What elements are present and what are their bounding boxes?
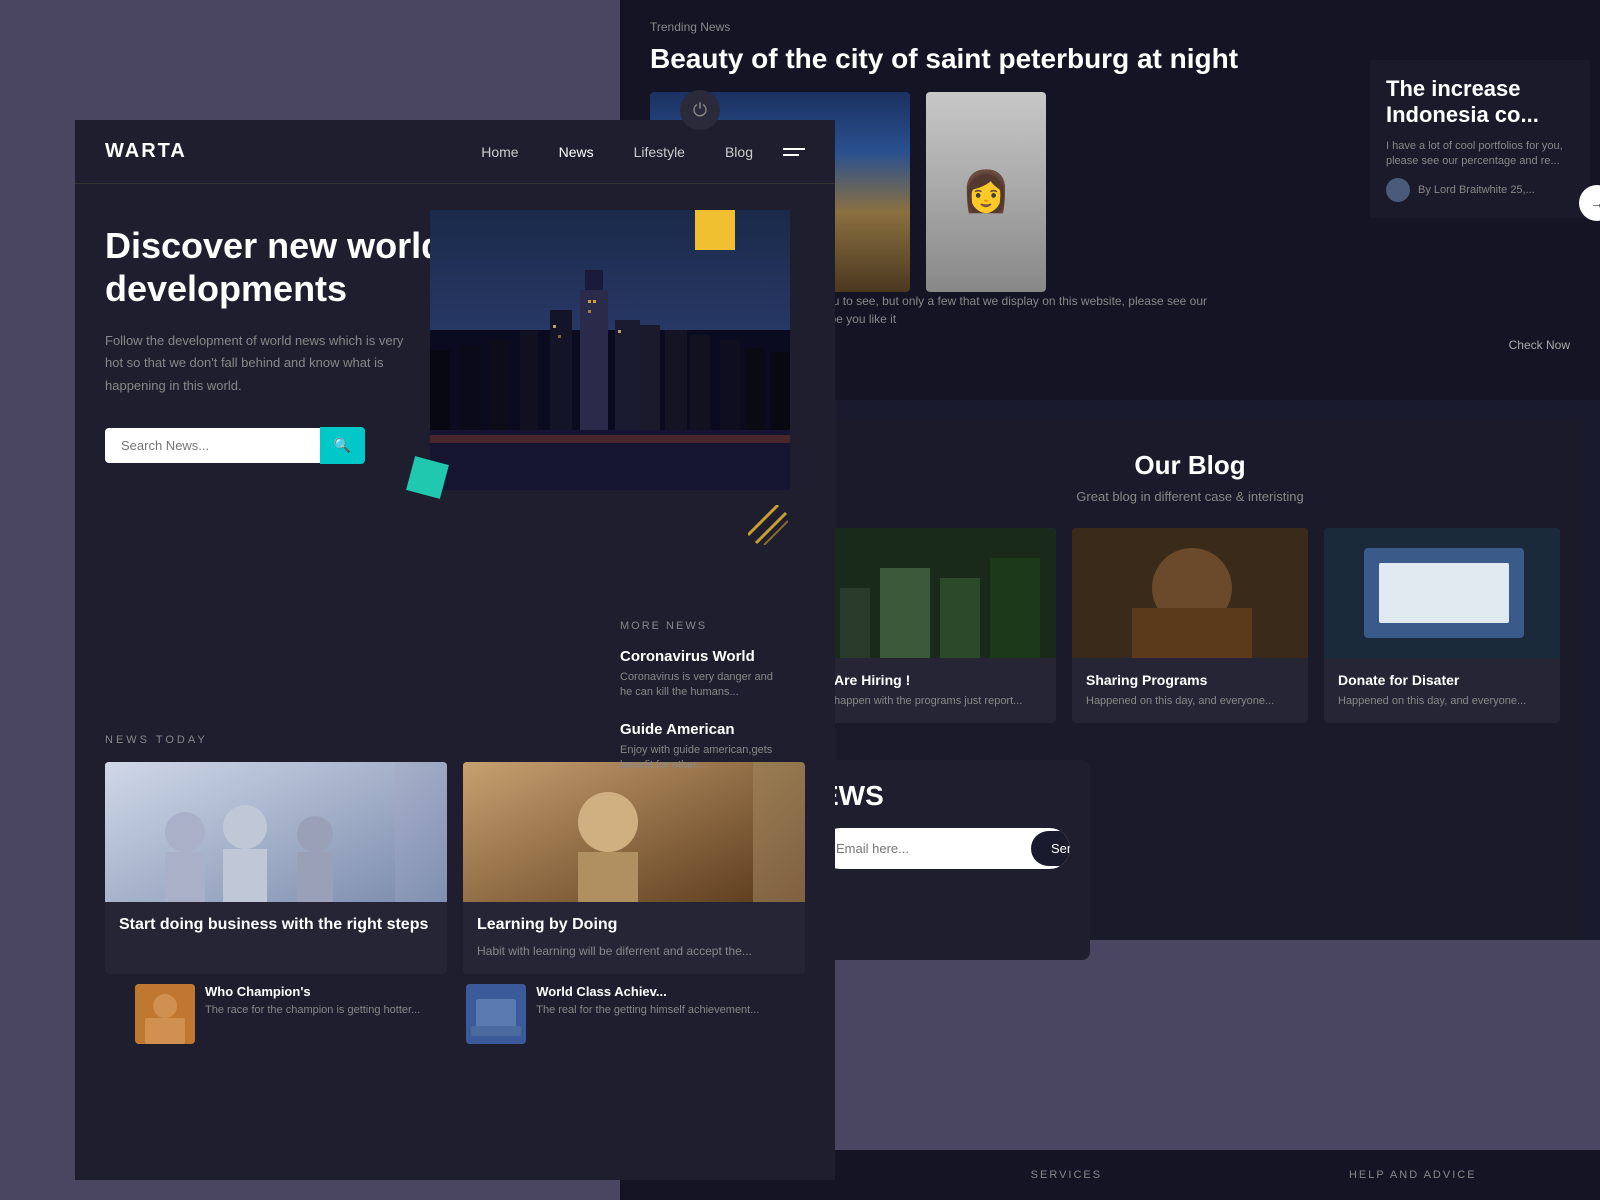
nav-blog[interactable]: Blog	[725, 144, 753, 160]
second-trending-title: The increase Indonesia co...	[1386, 76, 1574, 129]
nav-lifestyle[interactable]: Lifestyle	[634, 144, 685, 160]
blog-card-desc-1: happen with the programs just report...	[834, 694, 1042, 709]
news-card-content-1: Start doing business with the right step…	[105, 902, 447, 956]
news-card-title-1: Start doing business with the right step…	[119, 916, 433, 934]
blog-card-title-2: Sharing Programs	[1086, 672, 1294, 688]
power-button[interactable]: ⏻	[680, 90, 720, 130]
search-button[interactable]: 🔍	[320, 427, 365, 464]
logo: WARTA	[105, 140, 187, 163]
news-card-1: Start doing business with the right step…	[105, 762, 447, 974]
more-news-title-2: Guide American	[620, 721, 780, 738]
news-card-desc-2: Habit with learning will be diferrent an…	[477, 942, 791, 960]
blog-card-desc-3: Happened on this day, and everyone...	[1338, 694, 1546, 709]
woman-image: 👩	[926, 92, 1046, 292]
news-card-title-2: Learning by Doing	[477, 916, 791, 934]
second-trending-card: The increase Indonesia co... I have a lo…	[1370, 60, 1590, 218]
more-news-desc-1: Coronavirus is very danger and he can ki…	[620, 670, 780, 701]
blog-image-1	[820, 528, 1056, 658]
search-input[interactable]	[105, 428, 320, 463]
bottom-news-title-2: World Class Achiev...	[536, 984, 759, 999]
trending-label: Trending News	[620, 0, 1600, 42]
bottom-news-title-1: Who Champion's	[205, 984, 420, 999]
news-card-content-2: Learning by Doing Habit with learning wi…	[463, 902, 805, 974]
newsletter-inner: EWS Send	[800, 760, 1090, 889]
hero-description: Follow the development of world news whi…	[105, 330, 425, 396]
nav-home[interactable]: Home	[481, 144, 518, 160]
email-form[interactable]: Send	[820, 828, 1070, 869]
blog-cards: Are Hiring ! happen with the programs ju…	[800, 528, 1580, 723]
check-now-link[interactable]: Check Now	[1509, 338, 1570, 352]
diagonal-lines-decoration	[748, 505, 788, 545]
more-news-section: MORE NEWS Coronavirus World Coronavirus …	[600, 620, 800, 794]
send-button[interactable]: Send	[1031, 831, 1070, 866]
bottom-news-item-2: World Class Achiev... The real for the g…	[466, 984, 759, 1044]
blog-card-2: Sharing Programs Happened on this day, a…	[1072, 528, 1308, 723]
second-trending-desc: I have a lot of cool portfolios for you,…	[1386, 139, 1574, 170]
blog-card-desc-2: Happened on this day, and everyone...	[1086, 694, 1294, 709]
blog-title: Our Blog	[800, 420, 1580, 489]
hamburger-menu[interactable]	[783, 148, 805, 156]
blog-card-body-2: Sharing Programs Happened on this day, a…	[1072, 658, 1308, 723]
bottom-thumb-1	[135, 984, 195, 1044]
bottom-news-text-1: Who Champion's The race for the champion…	[205, 984, 420, 1018]
woman-icon: 👩	[926, 92, 1046, 292]
navbar: WARTA Home News Lifestyle Blog	[75, 120, 835, 184]
nav-links: Home News Lifestyle Blog	[481, 144, 753, 160]
blog-card-1: Are Hiring ! happen with the programs ju…	[820, 528, 1056, 723]
blog-subtitle: Great blog in different case & interisti…	[800, 489, 1580, 528]
more-news-item-2: Guide American Enjoy with guide american…	[620, 721, 780, 774]
blog-image-2	[1072, 528, 1308, 658]
hamburger-line-1	[783, 148, 805, 150]
blog-card-body-1: Are Hiring ! happen with the programs ju…	[820, 658, 1056, 723]
nav-news[interactable]: News	[559, 144, 594, 160]
second-trending-footer: By Lord Braitwhite 25,...	[1386, 178, 1574, 202]
footer-help[interactable]: HELP AND ADVICE	[1349, 1169, 1477, 1181]
hamburger-line-2	[783, 154, 799, 156]
more-news-item-1: Coronavirus World Coronavirus is very da…	[620, 648, 780, 701]
office-image	[105, 762, 447, 902]
hero-city-image	[430, 210, 790, 490]
newsletter-panel: EWS Send	[800, 760, 1090, 960]
bottom-news-desc-2: The real for the getting himself achieve…	[536, 1003, 759, 1018]
email-input[interactable]	[820, 831, 1028, 866]
bottom-news-item-1: Who Champion's The race for the champion…	[135, 984, 420, 1044]
search-bar: 🔍	[105, 427, 365, 464]
blog-card-3: Donate for Disater Happened on this day,…	[1324, 528, 1560, 723]
newsletter-label: EWS	[820, 780, 1070, 812]
blog-image-3	[1324, 528, 1560, 658]
bottom-news-text-2: World Class Achiev... The real for the g…	[536, 984, 759, 1018]
author-avatar	[1386, 178, 1410, 202]
more-news-desc-2: Enjoy with guide american,gets benefit f…	[620, 743, 780, 774]
blog-card-title-1: Are Hiring !	[834, 672, 1042, 688]
author-name: By Lord Braitwhite 25,...	[1418, 184, 1535, 196]
bottom-thumb-2	[466, 984, 526, 1044]
blog-card-body-3: Donate for Disater Happened on this day,…	[1324, 658, 1560, 723]
bottom-news-desc-1: The race for the champion is getting hot…	[205, 1003, 420, 1018]
blog-card-title-3: Donate for Disater	[1338, 672, 1546, 688]
bottom-news: Who Champion's The race for the champion…	[135, 984, 835, 1044]
yellow-decoration	[695, 210, 735, 250]
more-news-title-1: Coronavirus World	[620, 648, 780, 665]
footer-services[interactable]: SERVICES	[1031, 1169, 1102, 1181]
more-news-label: MORE NEWS	[620, 620, 780, 632]
